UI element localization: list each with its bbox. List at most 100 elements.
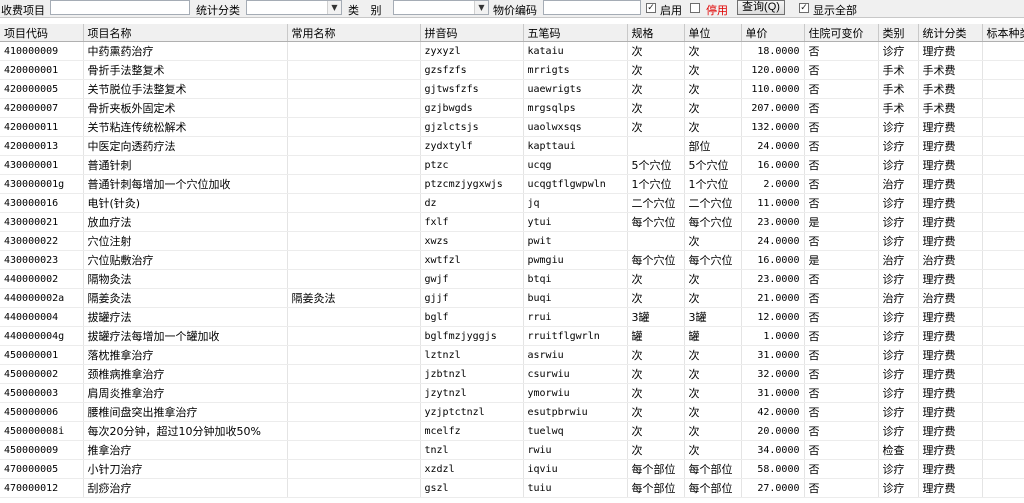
table-cell: tuelwq xyxy=(523,421,628,441)
table-cell: gszl xyxy=(420,478,524,498)
table-cell: 诊疗 xyxy=(878,117,919,137)
show-all-checkbox[interactable]: ✓ xyxy=(799,3,809,13)
table-row[interactable]: 450000006 腰椎间盘突出推拿治疗 yzjptctnzl esutpbrwiu 次… xyxy=(0,402,1024,422)
table-cell: 420000001 xyxy=(0,60,84,80)
table-cell: 骨折手法整复术 xyxy=(83,60,288,80)
column-header[interactable]: 住院可变价 xyxy=(804,24,879,42)
table-row[interactable]: 440000004 拔罐疗法 bglf rrui 3罐 3罐 12.0000 否诊疗 理疗费 xyxy=(0,307,1024,327)
price-code-label: 物价编码 xyxy=(493,4,537,17)
enable-label: 启用 xyxy=(660,4,682,17)
table-cell: 拔罐疗法每增加一个罐加收 xyxy=(83,326,288,346)
table-cell: 450000006 xyxy=(0,402,84,422)
table-cell: ptzcmzjygxwjs xyxy=(420,174,524,194)
table-cell: 诊疗 xyxy=(878,364,919,384)
table-cell: 次 xyxy=(684,60,742,80)
table-row[interactable]: 440000002 隔物灸法 gwjf btqi 次次 23.0000 否诊疗 理疗费 xyxy=(0,269,1024,289)
chevron-down-icon[interactable]: ▼ xyxy=(327,1,341,14)
table-row[interactable]: 420000007 骨折夹板外固定术 gzjbwgds mrgsqlps 次次 207.0… xyxy=(0,98,1024,118)
column-header[interactable]: 统计分类 xyxy=(918,24,983,42)
table-row[interactable]: 470000005 小针刀治疗 xzdzl iqviu 每个部位 每个部位 58.0000 否… xyxy=(0,459,1024,479)
table-row[interactable]: 420000013 中医定向透药疗法 zydxtylf kapttaui 部位 24.00… xyxy=(0,136,1024,156)
table-row[interactable]: 430000001 普通针刺 ptzc ucqg 5个穴位 5个穴位 16.0000 否诊疗理… xyxy=(0,155,1024,175)
column-header[interactable]: 常用名称 xyxy=(287,24,421,42)
table-cell: 理疗费 xyxy=(918,345,983,365)
table-row[interactable]: 470000012 刮痧治疗 gszl tuiu 每个部位 每个部位 27.0000 否诊疗理… xyxy=(0,478,1024,498)
table-cell: gjzlctsjs xyxy=(420,117,524,137)
table-row[interactable]: 410000009 中药熏药治疗 zyxyzl kataiu 次次 18.0000 否诊疗理… xyxy=(0,41,1024,61)
show-all-label: 显示全部 xyxy=(813,4,857,17)
table-row[interactable]: 430000023 穴位贴敷治疗 xwtfzl pwmgiu 每个穴位 每个穴位 16.00… xyxy=(0,250,1024,270)
table-cell: 24.0000 xyxy=(741,136,805,156)
chevron-down-icon[interactable]: ▼ xyxy=(474,1,488,14)
table-cell xyxy=(287,60,421,80)
table-cell: uaewrigts xyxy=(523,79,628,99)
table-cell: 否 xyxy=(804,364,879,384)
table-row[interactable]: 440000004g 拔罐疗法每增加一个罐加收 bglfmzjyggjs rruitf… xyxy=(0,326,1024,346)
table-cell: 手术 xyxy=(878,98,919,118)
column-header[interactable]: 规格 xyxy=(627,24,685,42)
column-header[interactable]: 项目代码 xyxy=(0,24,84,42)
table-cell xyxy=(287,402,421,422)
table-cell: 20.0000 xyxy=(741,421,805,441)
column-header[interactable]: 五笔码 xyxy=(523,24,628,42)
table-row[interactable]: 450000009 推拿治疗 tnzl rwiu 次次 34.0000 否检查 理疗费 xyxy=(0,440,1024,460)
table-cell: 否 xyxy=(804,269,879,289)
table-row[interactable]: 450000008i 每次20分钟，超过10分钟加收50% mcelfz tuelwq… xyxy=(0,421,1024,441)
table-cell xyxy=(982,174,1024,194)
column-header[interactable]: 标本种类 xyxy=(982,24,1024,42)
table-row[interactable]: 450000003 肩周炎推拿治疗 jzytnzl ymorwiu 次次 31.0000 否… xyxy=(0,383,1024,403)
table-cell: 440000002 xyxy=(0,269,84,289)
stat-category-select[interactable]: ▼ xyxy=(246,0,342,15)
table-cell xyxy=(982,288,1024,308)
table-cell: 31.0000 xyxy=(741,383,805,403)
disable-checkbox[interactable] xyxy=(690,3,700,13)
table-row[interactable]: 420000011 关节粘连传统松解术 gjzlctsjs uaolwxsqs 次次 13… xyxy=(0,117,1024,137)
table-row[interactable]: 420000001 骨折手法整复术 gzsfzfs mrrigts 次次 120.0000… xyxy=(0,60,1024,80)
column-header[interactable]: 项目名称 xyxy=(83,24,288,42)
table-cell: 次 xyxy=(684,41,742,61)
table-cell xyxy=(982,250,1024,270)
table-row[interactable]: 430000001g 普通针刺每增加一个穴位加收 ptzcmzjygxwjs ucqg… xyxy=(0,174,1024,194)
table-cell: 430000016 xyxy=(0,193,84,213)
table-cell: 部位 xyxy=(684,136,742,156)
table-cell: 理疗费 xyxy=(918,307,983,327)
table-cell: 次 xyxy=(684,345,742,365)
table-cell: 132.0000 xyxy=(741,117,805,137)
table-cell: 治疗费 xyxy=(918,288,983,308)
table-cell: 理疗费 xyxy=(918,136,983,156)
table-cell: 骨折夹板外固定术 xyxy=(83,98,288,118)
table-cell: 放血疗法 xyxy=(83,212,288,232)
table-row[interactable]: 420000005 关节脱位手法整复术 gjtwsfzfs uaewrigts 次次 11… xyxy=(0,79,1024,99)
table-cell: 否 xyxy=(804,345,879,365)
table-cell: 否 xyxy=(804,193,879,213)
column-header[interactable]: 拼音码 xyxy=(420,24,524,42)
stat-category-label: 统计分类 xyxy=(196,4,240,17)
query-button[interactable]: 查询(Q) xyxy=(737,0,785,15)
table-cell: rrui xyxy=(523,307,628,327)
table-cell: 每次20分钟，超过10分钟加收50% xyxy=(83,421,288,441)
table-cell: 隔姜灸法 xyxy=(83,288,288,308)
fee-item-input[interactable] xyxy=(50,0,190,15)
column-header[interactable]: 类别 xyxy=(878,24,919,42)
table-cell: mrrigts xyxy=(523,60,628,80)
enable-checkbox[interactable]: ✓ xyxy=(646,3,656,13)
table-cell: jq xyxy=(523,193,628,213)
table-cell: 否 xyxy=(804,421,879,441)
table-row[interactable]: 430000021 放血疗法 fxlf ytui 每个穴位 每个穴位 23.0000 是诊疗理… xyxy=(0,212,1024,232)
table-cell xyxy=(982,136,1024,156)
table-row[interactable]: 450000001 落枕推拿治疗 lztnzl asrwiu 次次 31.0000 否诊疗理… xyxy=(0,345,1024,365)
table-cell: 440000004g xyxy=(0,326,84,346)
table-row[interactable]: 430000016 电针(针灸) dz jq 二个穴位 二个穴位 11.0000 否诊疗 理疗费 xyxy=(0,193,1024,213)
column-header[interactable]: 单价 xyxy=(741,24,805,42)
category-select[interactable]: ▼ xyxy=(393,0,489,15)
table-cell: mrgsqlps xyxy=(523,98,628,118)
table-cell: 次 xyxy=(627,440,685,460)
price-code-input[interactable] xyxy=(543,0,641,15)
table-cell: 次 xyxy=(684,269,742,289)
column-header[interactable]: 单位 xyxy=(684,24,742,42)
table-row[interactable]: 440000002a 隔姜灸法 隔姜灸法 gjjf buqi 次次 21.0000 否治疗 治疗… xyxy=(0,288,1024,308)
table-cell: 诊疗 xyxy=(878,459,919,479)
table-row[interactable]: 430000022 穴位注射 xwzs pwit 次 24.0000 否诊疗 理疗费 xyxy=(0,231,1024,251)
table-cell: buqi xyxy=(523,288,628,308)
table-row[interactable]: 450000002 颈椎病推拿治疗 jzbtnzl csurwiu 次次 32.0000 否… xyxy=(0,364,1024,384)
